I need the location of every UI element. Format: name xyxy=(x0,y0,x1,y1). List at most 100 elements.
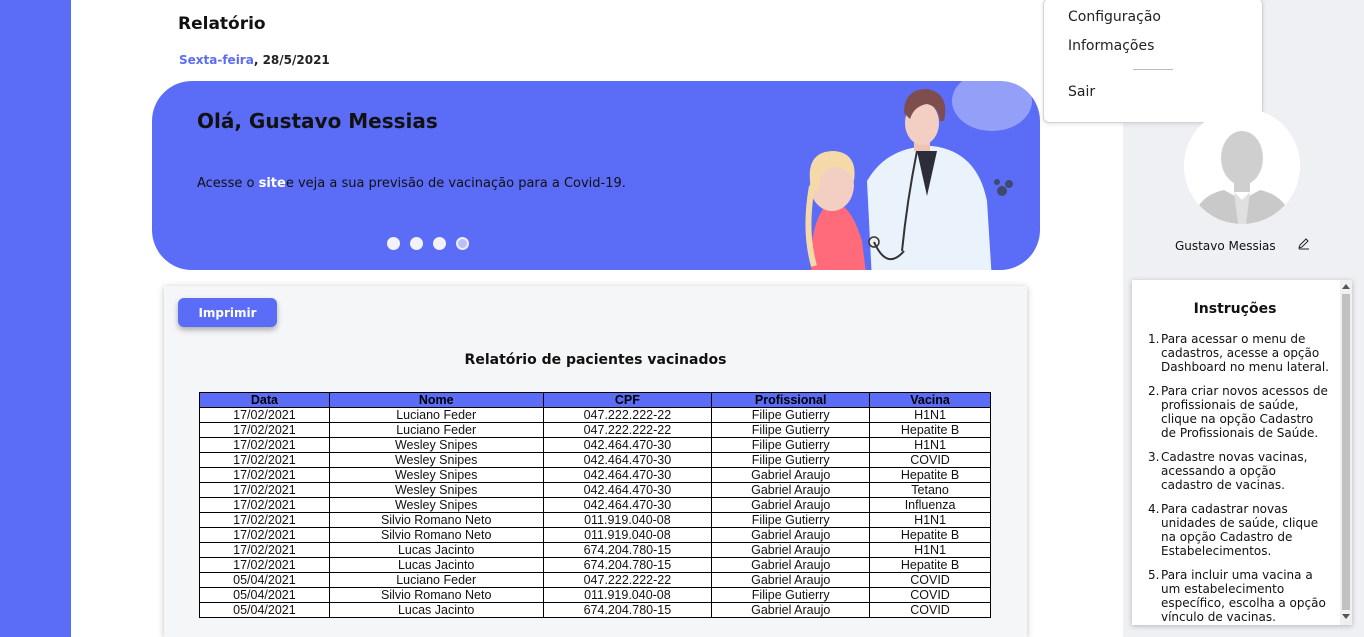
table-cell: Wesley Snipes xyxy=(328,467,544,483)
table-cell: 042.464.470-30 xyxy=(542,467,713,483)
table-cell: 011.919.040-08 xyxy=(542,587,713,603)
scroll-down-icon[interactable] xyxy=(1342,614,1350,619)
table-row: 17/02/2021 Wesley Snipes 042.464.470-30 Fil… xyxy=(199,452,991,468)
report-title: Relatório de pacientes vacinados xyxy=(464,352,727,368)
carousel-dot-1[interactable] xyxy=(387,237,400,250)
report-table: Data Nome CPF Profissional Vacina 17/02/… xyxy=(199,392,991,618)
table-cell: 17/02/2021 xyxy=(199,467,330,483)
table-cell: Lucas Jacinto xyxy=(328,542,544,558)
table-cell: Wesley Snipes xyxy=(328,482,544,498)
table-cell: H1N1 xyxy=(869,542,991,558)
carousel-dot-4[interactable] xyxy=(456,237,469,250)
table-cell: 011.919.040-08 xyxy=(542,527,713,543)
carousel-dot-2[interactable] xyxy=(410,237,423,250)
table-cell: Filipe Gutierry xyxy=(711,512,871,528)
column-header: Profissional xyxy=(711,392,871,408)
user-menu: Configuração Informações Sair xyxy=(1043,0,1263,123)
table-cell: Gabriel Araujo xyxy=(711,572,871,588)
weekday-label: Sexta-feira xyxy=(179,53,254,67)
table-cell: 047.222.222-22 xyxy=(542,422,713,438)
report-table-body: 17/02/2021 Luciano Feder 047.222.222-22 Fil… xyxy=(199,407,991,618)
table-cell: Hepatite B xyxy=(869,467,991,483)
table-cell: Wesley Snipes xyxy=(328,452,544,468)
page-title: Relatório xyxy=(178,14,266,34)
table-cell: 17/02/2021 xyxy=(199,407,330,423)
table-row: 17/02/2021 Luciano Feder 047.222.222-22 Fil… xyxy=(199,422,991,438)
table-cell: 17/02/2021 xyxy=(199,437,330,453)
table-row: 17/02/2021 Wesley Snipes 042.464.470-30 Gab… xyxy=(199,497,991,513)
table-cell: Hepatite B xyxy=(869,422,991,438)
table-cell: 17/02/2021 xyxy=(199,497,330,513)
table-cell: 17/02/2021 xyxy=(199,557,330,573)
table-cell: Luciano Feder xyxy=(328,422,544,438)
table-cell: 05/04/2021 xyxy=(199,587,330,603)
table-cell: Silvio Romano Neto xyxy=(328,527,544,543)
table-cell: 17/02/2021 xyxy=(199,542,330,558)
instructions-panel: Instruções 1. Para acessar o menu de cada… xyxy=(1132,280,1352,625)
table-cell: COVID xyxy=(869,452,991,468)
welcome-banner: Olá, Gustavo Messias Acesse o sitee veja… xyxy=(152,81,1040,270)
table-cell: Gabriel Araujo xyxy=(711,557,871,573)
table-cell: Wesley Snipes xyxy=(328,437,544,453)
table-row: 05/04/2021 Luciano Feder 047.222.222-22 Gab… xyxy=(199,572,991,588)
table-cell: 05/04/2021 xyxy=(199,602,330,618)
table-cell: Luciano Feder xyxy=(328,572,544,588)
table-cell: COVID xyxy=(869,602,991,618)
table-cell: 042.464.470-30 xyxy=(542,497,713,513)
scroll-thumb[interactable] xyxy=(1342,294,1350,610)
table-row: 05/04/2021 Silvio Romano Neto 011.919.040-… xyxy=(199,587,991,603)
table-row: 17/02/2021 Wesley Snipes 042.464.470-30 Gab… xyxy=(199,482,991,498)
table-cell: COVID xyxy=(869,587,991,603)
active-indicator xyxy=(0,0,71,637)
table-cell: Filipe Gutierry xyxy=(711,407,871,423)
banner-text: Acesse o sitee veja a sua previsão de va… xyxy=(197,176,626,191)
doctor-patient-illustration xyxy=(805,81,1032,270)
menu-item-sair[interactable]: Sair xyxy=(1068,84,1095,100)
table-cell: Wesley Snipes xyxy=(328,497,544,513)
menu-item-configuracao[interactable]: Configuração xyxy=(1068,9,1161,25)
column-header: Vacina xyxy=(869,392,991,408)
table-cell: H1N1 xyxy=(869,407,991,423)
date-line: Sexta-feira, 28/5/2021 xyxy=(179,53,330,67)
table-row: 17/02/2021 Luciano Feder 047.222.222-22 Fil… xyxy=(199,407,991,423)
table-cell: 047.222.222-22 xyxy=(542,407,713,423)
report-card: Imprimir Relatório de pacientes vacinado… xyxy=(164,286,1027,637)
table-header-row: Data Nome CPF Profissional Vacina xyxy=(199,392,991,408)
table-cell: Hepatite B xyxy=(869,527,991,543)
table-cell: 042.464.470-30 xyxy=(542,452,713,468)
table-cell: H1N1 xyxy=(869,512,991,528)
table-cell: 17/02/2021 xyxy=(199,482,330,498)
user-silhouette-icon xyxy=(1184,108,1300,224)
table-cell: Gabriel Araujo xyxy=(711,467,871,483)
table-cell: Gabriel Araujo xyxy=(711,497,871,513)
instruction-item: 5. Para incluir uma vacina a um estabelec… xyxy=(1148,568,1326,624)
edit-icon[interactable] xyxy=(1297,237,1310,250)
table-cell: 042.464.470-30 xyxy=(542,482,713,498)
table-cell: Filipe Gutierry xyxy=(711,587,871,603)
instructions-title: Instruções xyxy=(1193,301,1277,317)
table-cell: 047.222.222-22 xyxy=(542,572,713,588)
banner-greeting: Olá, Gustavo Messias xyxy=(197,109,438,133)
menu-divider xyxy=(1133,69,1173,70)
column-header: CPF xyxy=(542,392,713,408)
print-button[interactable]: Imprimir xyxy=(178,298,277,327)
table-cell: Gabriel Araujo xyxy=(711,602,871,618)
table-cell: Luciano Feder xyxy=(328,407,544,423)
column-header: Nome xyxy=(328,392,544,408)
menu-item-informacoes[interactable]: Informações xyxy=(1068,38,1154,54)
profile-name: Gustavo Messias xyxy=(1175,239,1276,253)
instruction-item: 3. Cadastre novas vacinas, acessando a op… xyxy=(1148,450,1308,492)
site-link[interactable]: site xyxy=(259,176,286,191)
table-cell: Lucas Jacinto xyxy=(328,602,544,618)
table-cell: 05/04/2021 xyxy=(199,572,330,588)
instructions-scrollbar[interactable] xyxy=(1340,280,1352,625)
carousel-dot-3[interactable] xyxy=(433,237,446,250)
table-cell: Lucas Jacinto xyxy=(328,557,544,573)
column-header: Data xyxy=(199,392,330,408)
carousel-dots xyxy=(387,237,469,250)
table-row: 17/02/2021 Lucas Jacinto 674.204.780-15 Gab… xyxy=(199,542,991,558)
table-cell: 674.204.780-15 xyxy=(542,602,713,618)
table-cell: Silvio Romano Neto xyxy=(328,587,544,603)
scroll-up-icon[interactable] xyxy=(1342,284,1350,289)
table-cell: 674.204.780-15 xyxy=(542,542,713,558)
